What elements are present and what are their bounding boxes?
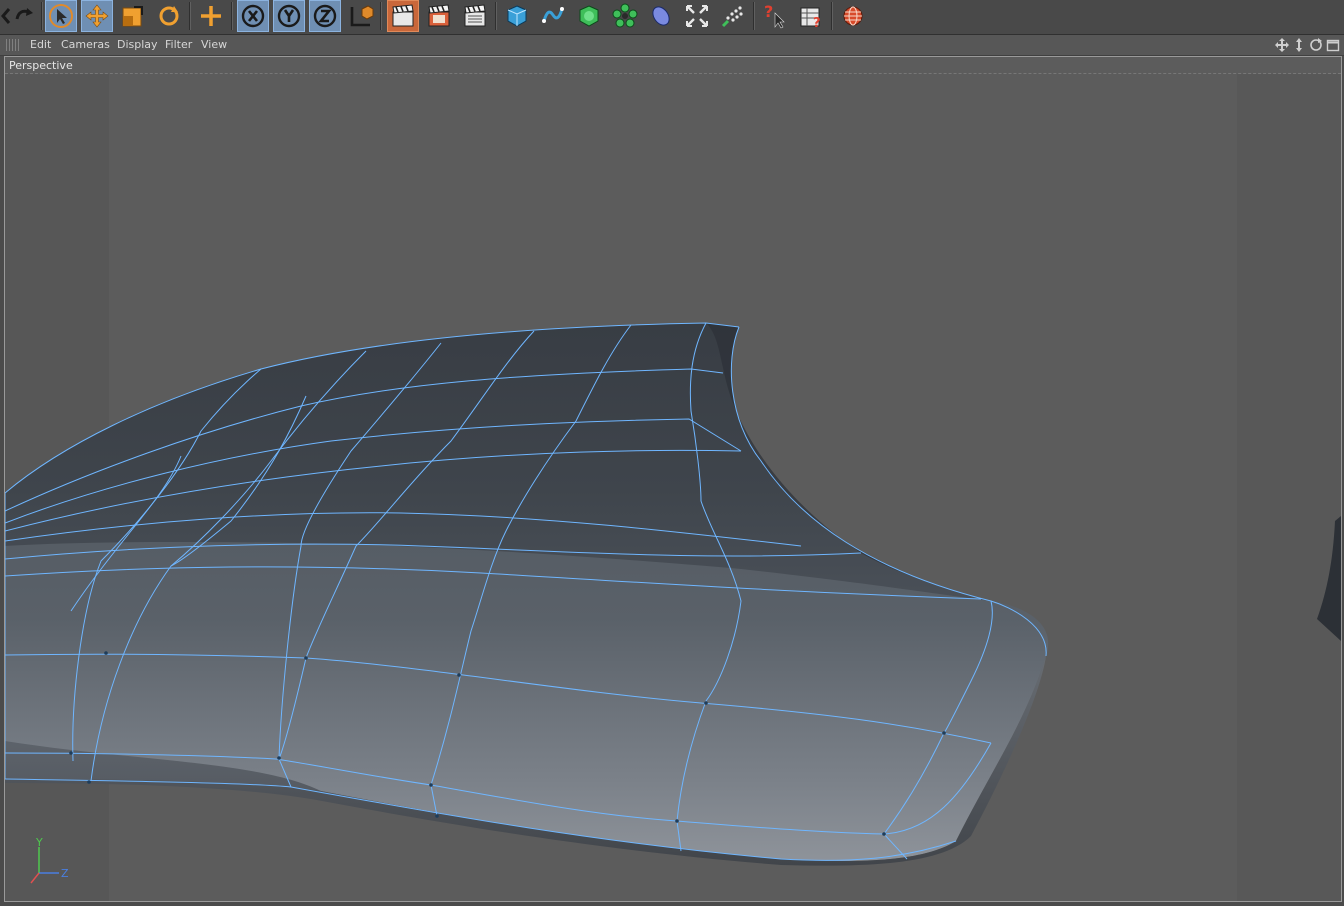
scene-canvas[interactable]: Y Z: [5, 57, 1341, 901]
rotate-icon: [159, 6, 179, 26]
recent-tools[interactable]: [195, 0, 227, 32]
surface-mesh[interactable]: [5, 323, 1049, 866]
move-arrows-icon: [85, 4, 109, 28]
help-pointer[interactable]: ?: [759, 0, 791, 32]
web-button[interactable]: [837, 0, 869, 32]
x-axis-line: [30, 872, 40, 884]
axis-y-label: Y: [35, 836, 43, 849]
plus-cross-icon: [201, 6, 221, 26]
clapper-icon: [392, 4, 414, 27]
clapper-settings-icon: [464, 4, 486, 27]
svg-text:?: ?: [813, 16, 821, 29]
pan-view-icon[interactable]: [1275, 38, 1289, 52]
deformer-icon: [652, 6, 670, 26]
help-pointer-icon: ?: [764, 3, 785, 29]
redo-arrow-icon: [15, 8, 33, 20]
y-axis-lock[interactable]: [273, 0, 305, 32]
help-table-icon: ?: [800, 7, 821, 29]
add-environment[interactable]: [681, 0, 713, 32]
y-axis-icon: [277, 4, 301, 28]
spline-icon: [542, 7, 564, 23]
globe-icon: [843, 6, 863, 26]
menu-cameras[interactable]: Cameras: [61, 38, 110, 51]
axis-gizmo: Y Z: [30, 836, 69, 884]
help-table[interactable]: ?: [795, 0, 827, 32]
subdivision-icon: [579, 5, 599, 27]
maximize-view-icon[interactable]: [1326, 38, 1340, 52]
add-particles[interactable]: [717, 0, 749, 32]
toolbar-separator: [753, 2, 755, 30]
menu-view[interactable]: View: [201, 38, 227, 51]
clapper-red-icon: [428, 4, 450, 27]
add-deformer[interactable]: [645, 0, 677, 32]
toolbar-separator: [41, 2, 43, 30]
particles-icon: [721, 6, 743, 28]
scale-tool[interactable]: [117, 0, 149, 32]
x-axis-lock[interactable]: [237, 0, 269, 32]
panel-grip-icon[interactable]: [6, 39, 20, 51]
partial-object[interactable]: [1317, 516, 1341, 641]
render-settings[interactable]: [459, 0, 491, 32]
cursor-arrow-icon: [49, 4, 73, 28]
z-axis-icon: [313, 4, 337, 28]
scale-icon: [122, 6, 143, 27]
main-toolbar: ? ?: [0, 0, 1344, 35]
rotate-view-icon[interactable]: [1309, 38, 1323, 52]
cube-icon: [507, 5, 527, 27]
toolbar-separator: [495, 2, 497, 30]
environment-icon: [686, 5, 708, 27]
add-subdivision[interactable]: [573, 0, 605, 32]
redo-button[interactable]: [10, 0, 42, 32]
render-view[interactable]: [387, 0, 419, 32]
render-to-picture-viewer[interactable]: [423, 0, 455, 32]
menu-filter[interactable]: Filter: [165, 38, 192, 51]
add-cube[interactable]: [501, 0, 533, 32]
svg-text:?: ?: [764, 3, 773, 21]
menu-edit[interactable]: Edit: [30, 38, 51, 51]
coordinate-system-icon: [350, 5, 374, 27]
toolbar-separator: [189, 2, 191, 30]
z-axis-lock[interactable]: [309, 0, 341, 32]
rotate-tool[interactable]: [153, 0, 185, 32]
perspective-viewport[interactable]: Perspective Y Z: [4, 56, 1342, 902]
axis-z-label: Z: [61, 867, 69, 880]
toolbar-separator: [380, 2, 382, 30]
toolbar-separator: [831, 2, 833, 30]
viewport-menubar: Edit Cameras Display Filter View: [0, 35, 1344, 56]
menu-display[interactable]: Display: [117, 38, 158, 51]
add-array[interactable]: [609, 0, 641, 32]
live-selection-tool[interactable]: [45, 0, 77, 32]
toolbar-separator: [231, 2, 233, 30]
add-spline[interactable]: [537, 0, 569, 32]
coordinate-system[interactable]: [345, 0, 377, 32]
move-tool[interactable]: [81, 0, 113, 32]
array-flower-icon: [612, 3, 638, 28]
x-axis-icon: [241, 4, 265, 28]
zoom-view-icon[interactable]: [1292, 38, 1306, 52]
